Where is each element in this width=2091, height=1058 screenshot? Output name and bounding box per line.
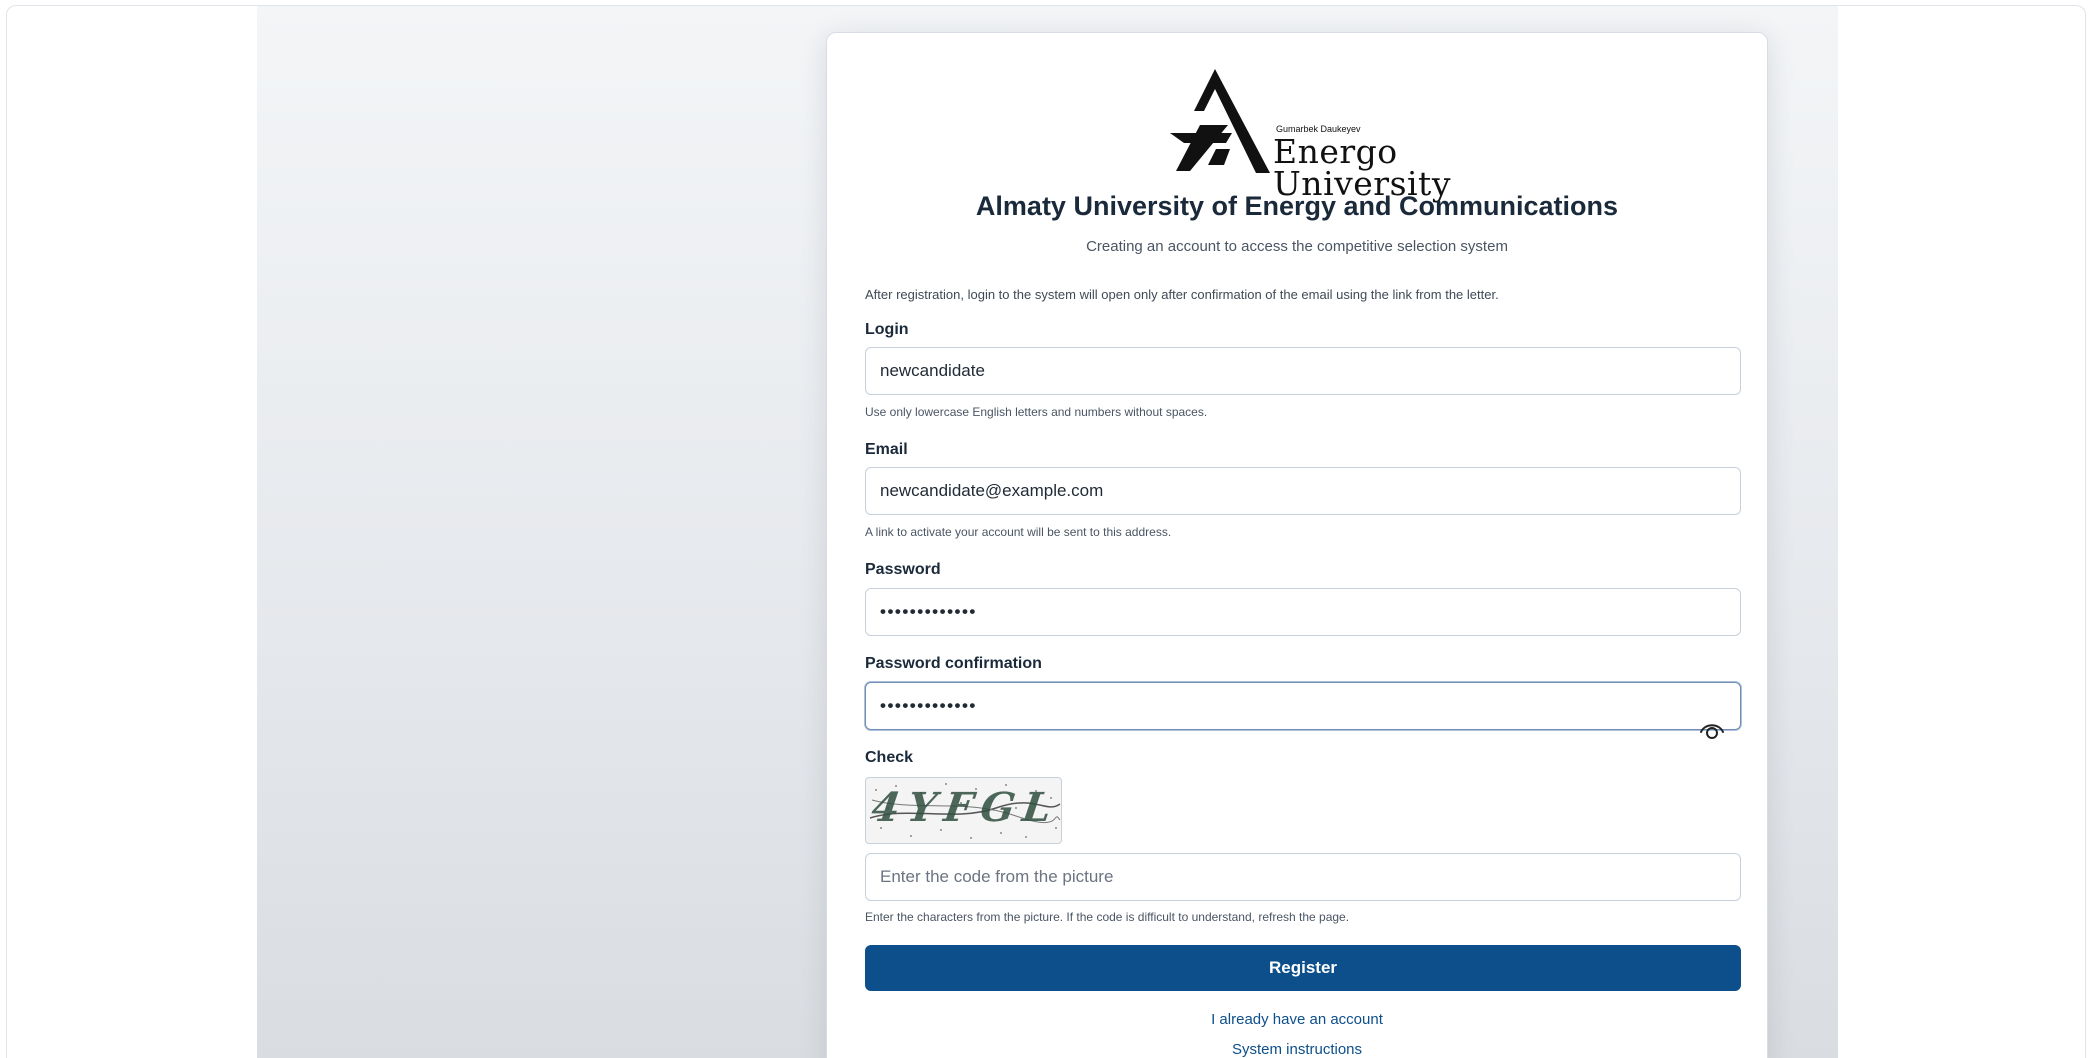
email-label: Email (865, 441, 908, 458)
check-label: Check (865, 749, 914, 766)
university-logo: Gumarbek Daukeyev Energo University (1170, 69, 1450, 200)
password-confirmation-input[interactable] (865, 682, 1741, 730)
have-account-link[interactable]: I already have an account (827, 1011, 1767, 1028)
captcha-code-text: 4YFGL (868, 784, 1062, 831)
login-hint: Use only lowercase English letters and n… (865, 405, 1208, 419)
email-input[interactable] (865, 467, 1741, 515)
registration-notice: After registration, login to the system … (865, 287, 1499, 302)
page-subtitle: Creating an account to access the compet… (1086, 238, 1508, 255)
password-input[interactable] (865, 588, 1741, 636)
captcha-hint: Enter the characters from the picture. I… (865, 910, 1350, 924)
captcha-input[interactable] (865, 853, 1741, 901)
browser-viewport: Gumarbek Daukeyev Energo University Alma… (6, 5, 2086, 1058)
password-label: Password (865, 561, 941, 578)
system-instructions-link[interactable]: System instructions (827, 1041, 1767, 1058)
email-hint: A link to activate your account will be … (865, 525, 1172, 539)
login-label: Login (865, 321, 909, 338)
captcha-image: 4YFGL (865, 777, 1062, 844)
page-background: Gumarbek Daukeyev Energo University Alma… (257, 6, 1838, 1058)
password-confirmation-label: Password confirmation (865, 655, 1042, 672)
eye-icon[interactable] (1699, 717, 1725, 743)
energo-logo-icon (1170, 69, 1270, 173)
page-title: Almaty University of Energy and Communic… (975, 191, 1619, 221)
registration-card: Gumarbek Daukeyev Energo University Alma… (826, 32, 1768, 1058)
register-button[interactable]: Register (865, 945, 1741, 991)
login-input[interactable] (865, 347, 1741, 395)
